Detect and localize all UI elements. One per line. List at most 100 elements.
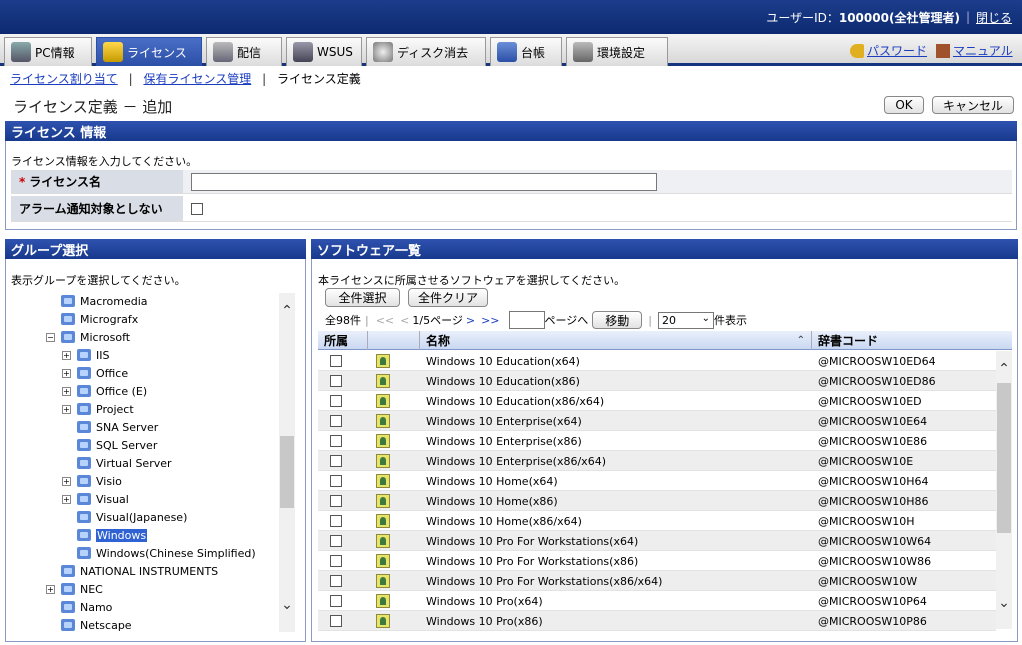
table-row[interactable]: Windows 10 Education(x64) @MICROOSW10ED64: [318, 351, 996, 371]
table-row[interactable]: Windows 10 Pro(x86) @MICROOSW10P86: [318, 611, 996, 631]
alarm-checkbox[interactable]: [191, 202, 203, 215]
row-checkbox[interactable]: [330, 515, 342, 527]
table-row[interactable]: Windows 10 Pro For Workstations(x64) @MIC…: [318, 531, 996, 551]
required-mark: *: [19, 174, 26, 189]
row-checkbox[interactable]: [330, 415, 342, 427]
tree-node[interactable]: Windows(Chinese Simplified): [77, 544, 256, 562]
tree-node[interactable]: Windows: [77, 526, 148, 544]
tree-node[interactable]: + Visual: [62, 490, 129, 508]
tree-node[interactable]: + Project: [62, 400, 134, 418]
expand-icon[interactable]: +: [62, 476, 71, 486]
expand-icon[interactable]: +: [62, 368, 71, 378]
row-icon-cell: [376, 571, 406, 591]
table-scrollbar[interactable]: ⌃ ⌄: [996, 351, 1012, 629]
last-page-link[interactable]: >>: [481, 314, 499, 327]
software-icon: [376, 374, 390, 388]
tree-node[interactable]: + Office: [62, 364, 128, 382]
row-checkbox[interactable]: [330, 595, 342, 607]
tree-scrollbar[interactable]: ⌃ ⌄: [279, 293, 295, 632]
sort-icon[interactable]: ⌃: [797, 335, 805, 346]
table-row[interactable]: Windows 10 Home(x64) @MICROOSW10H64: [318, 471, 996, 491]
row-checkbox[interactable]: [330, 455, 342, 467]
row-checkbox[interactable]: [330, 555, 342, 567]
close-link[interactable]: 閉じる: [976, 9, 1012, 26]
select-all-button[interactable]: 全件選択: [325, 288, 400, 307]
password-label: パスワード: [867, 44, 928, 58]
tab-wsus[interactable]: WSUS: [286, 37, 362, 66]
table-row[interactable]: Windows 10 Enterprise(x86/x64) @MICROOSW1…: [318, 451, 996, 471]
tree-node[interactable]: + Visio: [62, 472, 122, 490]
row-name: Windows 10 Education(x86/x64): [426, 394, 605, 408]
table-row[interactable]: Windows 10 Pro For Workstations(x86) @MIC…: [318, 551, 996, 571]
tree-node[interactable]: NATIONAL INSTRUMENTS: [61, 562, 218, 580]
table-row[interactable]: Windows 10 Education(x86/x64) @MICROOSW10…: [318, 391, 996, 411]
tree-node[interactable]: Netscape: [61, 616, 132, 632]
password-link[interactable]: パスワード: [850, 42, 927, 59]
expand-icon[interactable]: +: [62, 386, 71, 396]
row-checkbox[interactable]: [330, 495, 342, 507]
expand-icon[interactable]: +: [46, 584, 55, 594]
col-belong[interactable]: 所属: [318, 331, 368, 350]
per-page-select[interactable]: 20 ⌄: [658, 311, 715, 329]
expand-icon[interactable]: +: [62, 404, 71, 414]
row-checkbox[interactable]: [330, 535, 342, 547]
row-checkbox[interactable]: [330, 435, 342, 447]
breadcrumb-license-manage[interactable]: 保有ライセンス管理: [143, 72, 251, 86]
row-checkbox[interactable]: [330, 475, 342, 487]
clear-all-button[interactable]: 全件クリア: [408, 288, 488, 307]
tree-node[interactable]: Micrografx: [61, 310, 138, 328]
ok-button[interactable]: OK: [884, 96, 924, 114]
tab-pc-info[interactable]: PC情報: [4, 37, 92, 66]
move-button[interactable]: 移動: [592, 311, 643, 329]
next-page-link[interactable]: >: [466, 314, 475, 327]
table-row[interactable]: Windows 10 Home(x86) @MICROOSW10H86: [318, 491, 996, 511]
col-dict-code[interactable]: 辞書コード: [812, 331, 1012, 350]
tree-node[interactable]: + Office (E): [62, 382, 147, 400]
scroll-up-icon[interactable]: ⌃: [279, 303, 295, 319]
tab-settings[interactable]: 環境設定: [566, 37, 668, 66]
prev-page-link[interactable]: <: [400, 314, 409, 327]
tab-ledger[interactable]: 台帳: [490, 37, 562, 66]
first-page-link[interactable]: <<: [376, 314, 394, 327]
page-number-input[interactable]: [508, 311, 545, 329]
tree-node[interactable]: + IIS: [62, 346, 109, 364]
row-checkbox[interactable]: [330, 395, 342, 407]
row-icon-cell: [376, 351, 406, 371]
tab-disk-erase[interactable]: ディスク消去: [366, 37, 486, 66]
tree-node[interactable]: + NEC: [46, 580, 103, 598]
tree-node[interactable]: SNA Server: [77, 418, 158, 436]
scroll-thumb[interactable]: [280, 436, 294, 508]
table-row[interactable]: Windows 10 Education(x86) @MICROOSW10ED86: [318, 371, 996, 391]
tree-node[interactable]: − Microsoft: [46, 328, 130, 346]
row-checkbox[interactable]: [330, 575, 342, 587]
tree-node[interactable]: Namo: [61, 598, 112, 616]
table-row[interactable]: Windows 10 Pro For Workstations(x86/x64)…: [318, 571, 996, 591]
table-row[interactable]: Windows 10 Pro(x64) @MICROOSW10P64: [318, 591, 996, 611]
collapse-icon[interactable]: −: [46, 332, 55, 342]
row-icon-cell: [376, 511, 406, 531]
expand-icon[interactable]: +: [62, 350, 71, 360]
scroll-up-icon[interactable]: ⌃: [996, 361, 1012, 377]
cancel-button[interactable]: キャンセル: [932, 96, 1014, 114]
table-row[interactable]: Windows 10 Home(x86/x64) @MICROOSW10H: [318, 511, 996, 531]
col-name[interactable]: 名称 ⌃: [420, 331, 812, 350]
tree-node[interactable]: Macromedia: [61, 292, 148, 310]
tab-license[interactable]: ライセンス: [96, 37, 202, 66]
breadcrumb-license-assign[interactable]: ライセンス割り当て: [10, 72, 118, 86]
row-checkbox[interactable]: [330, 615, 342, 627]
tree-node[interactable]: Virtual Server: [77, 454, 172, 472]
row-checkbox[interactable]: [330, 355, 342, 367]
tree-node[interactable]: SQL Server: [77, 436, 157, 454]
tab-delivery[interactable]: 配信: [206, 37, 282, 66]
manual-link[interactable]: マニュアル: [936, 42, 1013, 59]
scroll-down-icon[interactable]: ⌄: [279, 597, 295, 613]
table-row[interactable]: Windows 10 Enterprise(x86) @MICROOSW10E86: [318, 431, 996, 451]
row-checkbox-cell: [330, 411, 360, 431]
scroll-down-icon[interactable]: ⌄: [996, 595, 1012, 611]
table-row[interactable]: Windows 10 Enterprise(x64) @MICROOSW10E64: [318, 411, 996, 431]
row-checkbox[interactable]: [330, 375, 342, 387]
tree-node[interactable]: Visual(Japanese): [77, 508, 187, 526]
expand-icon[interactable]: +: [62, 494, 71, 504]
scroll-thumb[interactable]: [997, 383, 1011, 533]
license-name-input[interactable]: [191, 172, 657, 191]
